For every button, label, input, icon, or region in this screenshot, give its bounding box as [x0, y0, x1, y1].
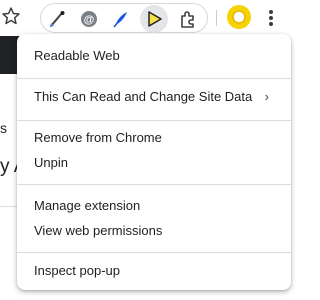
profile-circle-icon[interactable] [226, 4, 252, 30]
page-fragment: s [0, 120, 7, 136]
menu-separator [17, 78, 291, 79]
menu-separator [17, 184, 291, 185]
feather-extension-icon[interactable] [111, 9, 131, 29]
pen-extension-icon[interactable] [47, 9, 67, 29]
toolbar-divider [216, 10, 217, 26]
more-vert-icon[interactable] [262, 6, 280, 30]
svg-text:@: @ [84, 14, 95, 26]
menu-item-site-data[interactable]: This Can Read and Change Site Data › [17, 81, 291, 113]
at-extension-icon[interactable]: @ [79, 9, 99, 29]
menu-item-view-web-permissions[interactable]: View web permissions [17, 215, 291, 247]
menu-separator [17, 120, 291, 121]
menu-item-label: Readable Web [34, 48, 120, 63]
star-icon[interactable] [1, 6, 21, 26]
puzzle-icon[interactable] [178, 9, 198, 29]
extension-context-menu: Readable Web This Can Read and Change Si… [17, 34, 291, 290]
extensions-pill: @ [40, 3, 208, 33]
menu-item-inspect-popup[interactable]: Inspect pop-up [17, 255, 291, 287]
menu-separator [17, 252, 291, 253]
browser-toolbar: @ [0, 0, 291, 36]
menu-item-label: Inspect pop-up [34, 263, 121, 278]
menu-item-readable-web[interactable]: Readable Web [17, 40, 291, 72]
menu-item-label: This Can Read and Change Site Data [34, 89, 253, 104]
chevron-right-icon: › [264, 89, 269, 104]
play-extension-icon[interactable] [144, 9, 164, 29]
menu-item-unpin[interactable]: Unpin [17, 147, 291, 179]
menu-item-label: View web permissions [34, 223, 163, 238]
menu-item-label: Unpin [34, 155, 68, 170]
